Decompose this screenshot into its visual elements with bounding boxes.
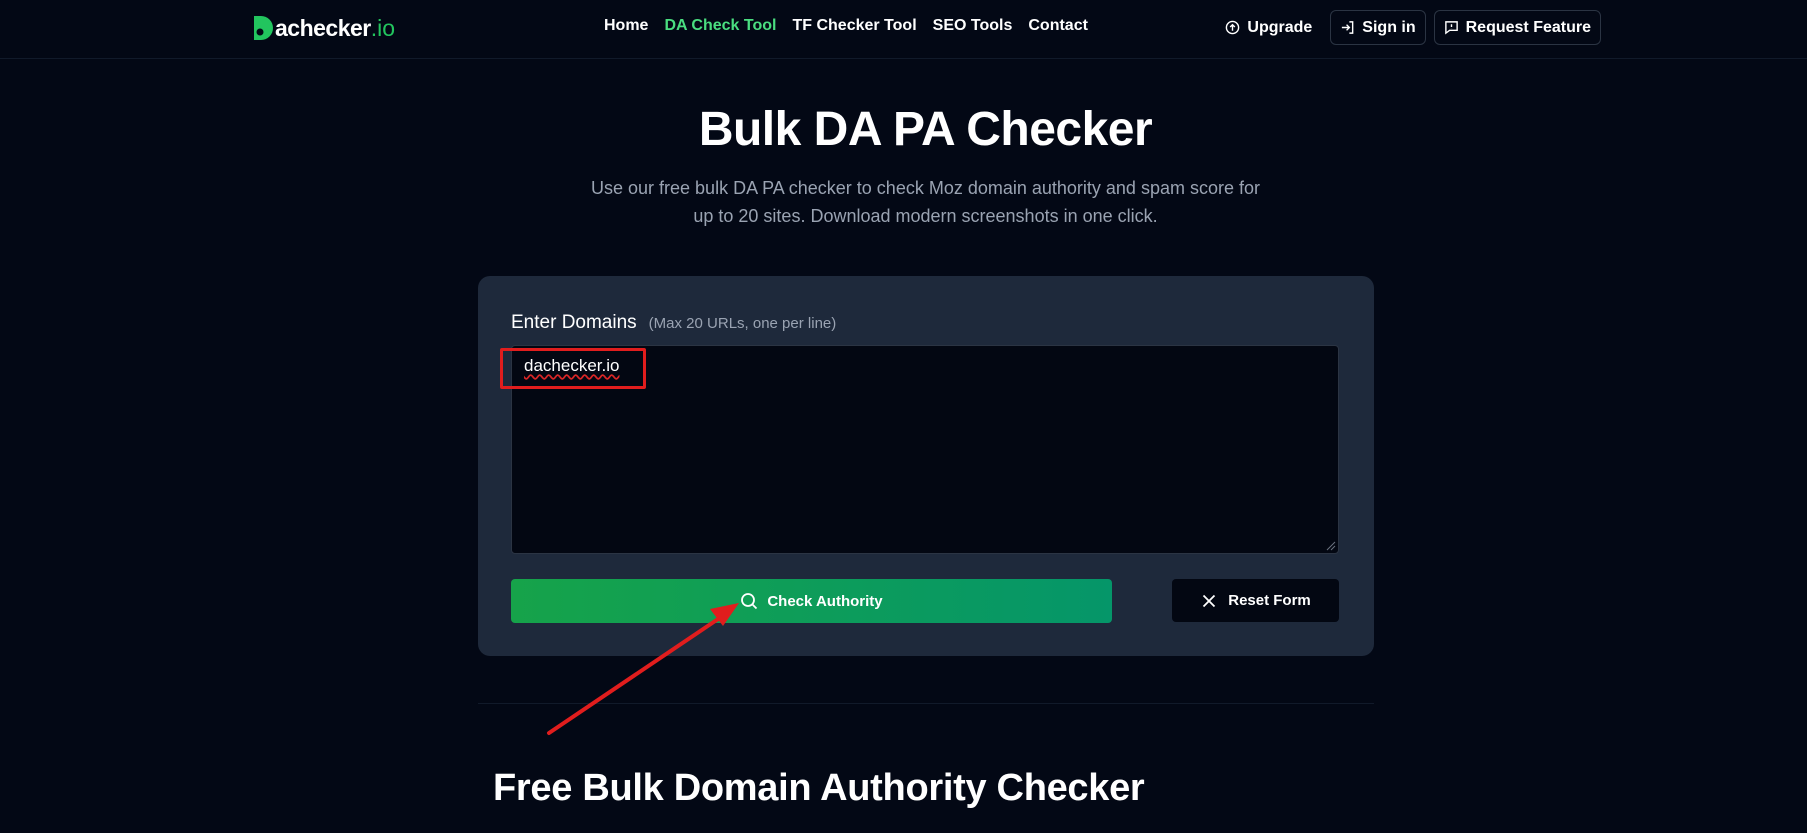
resize-handle-icon[interactable]: [1324, 539, 1336, 551]
enter-domains-hint: (Max 20 URLs, one per line): [648, 315, 837, 332]
header-actions: Upgrade Sign in Request Feature: [1215, 10, 1601, 45]
section-divider: [478, 703, 1374, 704]
check-authority-button[interactable]: Check Authority: [511, 579, 1112, 623]
login-icon: [1342, 21, 1354, 34]
search-icon: [741, 593, 758, 610]
logo[interactable]: achecker .io: [252, 13, 395, 43]
nav-contact[interactable]: Contact: [1028, 17, 1088, 35]
sign-in-button[interactable]: Sign in: [1330, 10, 1426, 45]
request-feature-label: Request Feature: [1465, 18, 1591, 36]
message-square-icon: [1444, 21, 1458, 35]
sign-in-label: Sign in: [1362, 18, 1416, 36]
upgrade-label: Upgrade: [1247, 18, 1313, 36]
check-authority-label: Check Authority: [767, 592, 883, 610]
logo-text: achecker: [275, 14, 371, 41]
main-nav: Home DA Check Tool TF Checker Tool SEO T…: [604, 17, 1104, 35]
upgrade-button[interactable]: Upgrade: [1215, 10, 1322, 45]
page: achecker .io Home DA Check Tool TF Checke…: [0, 0, 1807, 833]
field-label-row: Enter Domains (Max 20 URLs, one per line…: [511, 312, 836, 334]
request-feature-button[interactable]: Request Feature: [1433, 10, 1601, 45]
nav-tf-checker-tool[interactable]: TF Checker Tool: [792, 17, 916, 35]
reset-form-label: Reset Form: [1228, 592, 1311, 609]
logo-tld: .io: [370, 14, 396, 41]
annotation-highlight-box: [500, 348, 646, 389]
site-header: achecker .io Home DA Check Tool TF Checke…: [0, 0, 1807, 59]
reset-form-button[interactable]: Reset Form: [1172, 579, 1339, 622]
nav-home[interactable]: Home: [604, 17, 648, 35]
logo-mark-icon: [254, 16, 273, 40]
nav-seo-tools[interactable]: SEO Tools: [933, 17, 1013, 35]
arrow-up-circle-icon: [1226, 20, 1240, 35]
enter-domains-label: Enter Domains: [511, 312, 637, 333]
page-title: Bulk DA PA Checker: [698, 103, 1153, 156]
section-heading: Free Bulk Domain Authority Checker: [493, 767, 1145, 809]
close-icon: [1203, 594, 1216, 607]
domain-form-card: Enter Domains (Max 20 URLs, one per line…: [478, 276, 1374, 656]
page-subtitle: Use our free bulk DA PA checker to check…: [591, 178, 1260, 226]
nav-da-check-tool[interactable]: DA Check Tool: [664, 17, 776, 35]
